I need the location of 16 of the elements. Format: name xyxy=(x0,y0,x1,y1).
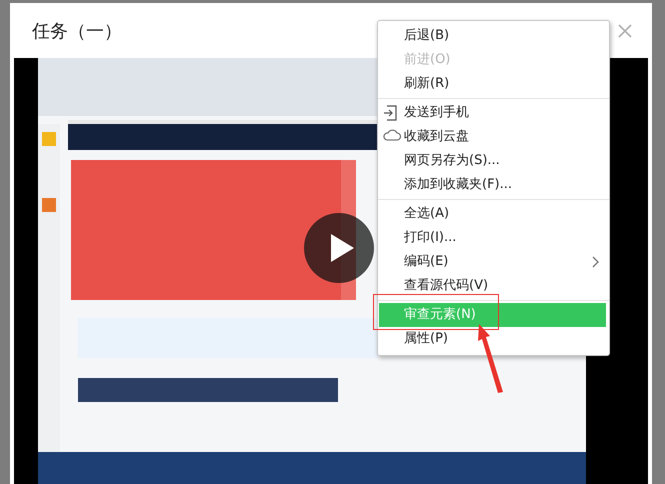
play-icon xyxy=(329,233,355,263)
menu-item[interactable]: 添加到收藏夹(F)... xyxy=(379,173,609,197)
send-icon xyxy=(383,105,397,121)
menu-item[interactable]: 收藏到云盘 xyxy=(379,125,609,149)
menu-item[interactable]: 全选(A) xyxy=(379,202,609,226)
menu-item[interactable]: 打印(I)... xyxy=(379,226,609,250)
annotation-arrow xyxy=(476,322,506,394)
menu-item[interactable]: 属性(P) xyxy=(379,327,609,351)
menu-item[interactable]: 网页另存为(S)... xyxy=(379,149,609,173)
dialog-title: 任务（一） xyxy=(32,20,122,42)
menu-item[interactable]: 查看源代码(V) xyxy=(379,274,609,298)
cloud-icon xyxy=(383,129,401,141)
menu-item[interactable]: 发送到手机 xyxy=(379,101,609,125)
menu-item[interactable]: 后退(B) xyxy=(379,24,609,48)
menu-item[interactable]: 刷新(R) xyxy=(379,72,609,96)
menu-item[interactable]: 编码(E) xyxy=(379,250,609,274)
